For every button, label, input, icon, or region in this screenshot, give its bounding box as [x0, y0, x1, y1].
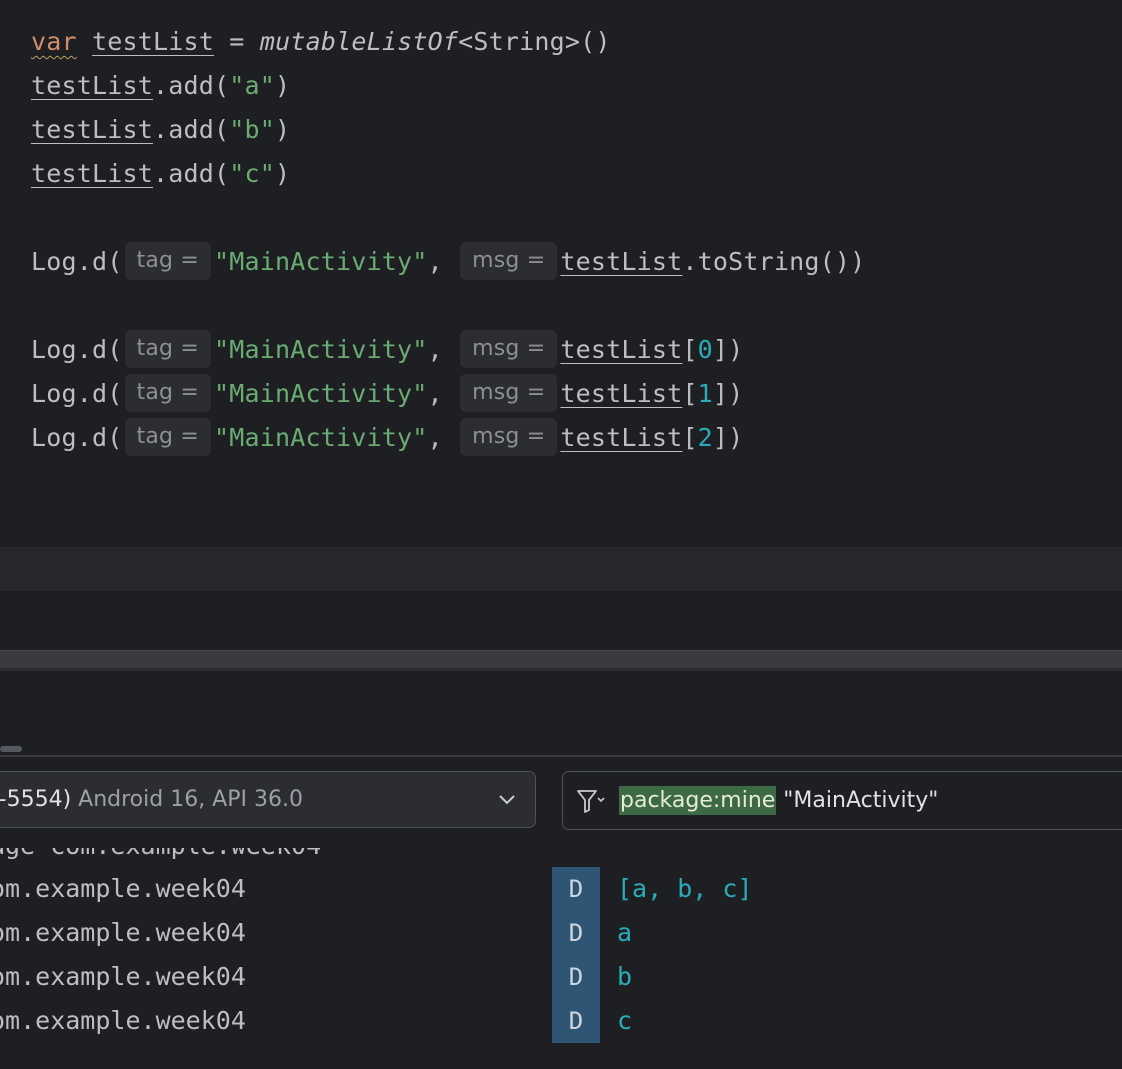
inlay-hint-tag: tag =	[124, 418, 212, 456]
variable-testlist: testList	[31, 159, 154, 188]
assign-operator: =	[214, 27, 260, 56]
variable-testlist: testList	[31, 71, 154, 100]
variable-testlist: testList	[92, 27, 215, 56]
log-package: om.example.week04	[0, 962, 246, 991]
device-selector[interactable]: r-5554) Android 16, API 36.0	[0, 771, 536, 828]
open-bracket: [	[682, 379, 698, 408]
filter-highlight: package:mine	[619, 786, 777, 815]
string-literal: "c"	[229, 159, 276, 188]
tag-string: "MainActivity"	[214, 335, 428, 364]
tostring-call: .toString())	[682, 247, 866, 276]
comma: ,	[427, 379, 459, 408]
log-message: b	[617, 962, 633, 991]
logcat-output[interactable]: age com.example.week04 om.example.week04…	[0, 848, 1122, 1069]
code-line-add-c[interactable]: testList.add("c")	[31, 156, 290, 192]
panel-splitter[interactable]	[0, 650, 1122, 668]
code-line-add-b[interactable]: testList.add("b")	[31, 112, 290, 148]
code-line-log-tostring[interactable]: Log.d(tag = "MainActivity", msg = testList…	[31, 242, 866, 280]
log-message: c	[617, 1006, 633, 1035]
variable-testlist: testList	[560, 247, 683, 276]
close-paren: )	[275, 159, 291, 188]
code-line-log-index-1[interactable]: Log.d(tag = "MainActivity", msg = testList…	[31, 374, 744, 412]
log-row-partial: age com.example.week04	[0, 848, 321, 868]
inlay-hint-tag: tag =	[124, 374, 212, 412]
log-package: om.example.week04	[0, 1006, 246, 1035]
string-literal: "a"	[229, 71, 276, 100]
index-number: 1	[697, 379, 713, 408]
log-level-badge: D	[568, 963, 584, 991]
ide-window: var testList = mutableListOf<String>() t…	[0, 0, 1122, 1069]
log-package: om.example.week04	[0, 874, 246, 903]
index-number: 2	[697, 423, 713, 452]
device-api: Android 16, API 36.0	[71, 787, 303, 812]
close-paren: )	[275, 71, 291, 100]
device-id: r-5554)	[0, 787, 72, 812]
chevron-down-icon[interactable]	[495, 772, 519, 827]
add-call: .add(	[153, 71, 230, 100]
horizontal-scrollbar-thumb[interactable]	[0, 746, 22, 752]
variable-testlist: testList	[560, 423, 683, 452]
code-line-add-a[interactable]: testList.add("a")	[31, 68, 290, 104]
code-line-declaration[interactable]: var testList = mutableListOf<String>()	[31, 24, 611, 60]
add-call: .add(	[153, 159, 230, 188]
close-bracket: ])	[712, 379, 744, 408]
variable-testlist: testList	[560, 379, 683, 408]
index-number: 0	[697, 335, 713, 364]
filter-query: package:mine "MainActivity"	[619, 772, 938, 829]
filter-icon[interactable]	[575, 786, 607, 816]
log-package: om.example.week04	[0, 918, 246, 947]
log-message: a	[617, 918, 633, 947]
comma: ,	[427, 247, 459, 276]
inlay-hint-msg: msg =	[460, 374, 558, 412]
close-bracket: ])	[712, 423, 744, 452]
code-line-log-index-0[interactable]: Log.d(tag = "MainActivity", msg = testList…	[31, 330, 744, 368]
inlay-hint-tag: tag =	[124, 330, 212, 368]
log-call: Log.d(	[31, 247, 123, 276]
keyword-var: var	[31, 27, 77, 56]
log-call: Log.d(	[31, 423, 123, 452]
tag-string: "MainActivity"	[214, 379, 428, 408]
filter-rest: "MainActivity"	[776, 788, 939, 813]
function-mutablelistof: mutableListOf	[259, 27, 459, 56]
log-call: Log.d(	[31, 379, 123, 408]
comma: ,	[427, 423, 459, 452]
tag-string: "MainActivity"	[214, 247, 428, 276]
log-message: [a, b, c]	[617, 874, 753, 903]
log-level-badge: D	[568, 919, 584, 947]
close-paren: )	[275, 115, 291, 144]
code-line-log-index-2[interactable]: Log.d(tag = "MainActivity", msg = testList…	[31, 418, 744, 456]
log-call: Log.d(	[31, 335, 123, 364]
log-level-badge: D	[568, 875, 584, 903]
inlay-hint-msg: msg =	[460, 330, 558, 368]
editor-current-line-stripe	[0, 547, 1122, 591]
open-bracket: [	[682, 423, 698, 452]
logcat-filter-input[interactable]: package:mine "MainActivity"	[562, 771, 1122, 830]
comma: ,	[427, 335, 459, 364]
variable-testlist: testList	[31, 115, 154, 144]
logcat-tab-strip	[0, 668, 1122, 757]
code-editor[interactable]: var testList = mutableListOf<String>() t…	[0, 0, 1122, 650]
inlay-hint-tag: tag =	[124, 242, 212, 280]
log-level-badge: D	[568, 1007, 584, 1035]
string-literal: "b"	[229, 115, 276, 144]
close-bracket: ])	[712, 335, 744, 364]
open-bracket: [	[682, 335, 698, 364]
generic-call: <String>()	[458, 27, 611, 56]
variable-testlist: testList	[560, 335, 683, 364]
tag-string: "MainActivity"	[214, 423, 428, 452]
inlay-hint-msg: msg =	[460, 242, 558, 280]
add-call: .add(	[153, 115, 230, 144]
inlay-hint-msg: msg =	[460, 418, 558, 456]
